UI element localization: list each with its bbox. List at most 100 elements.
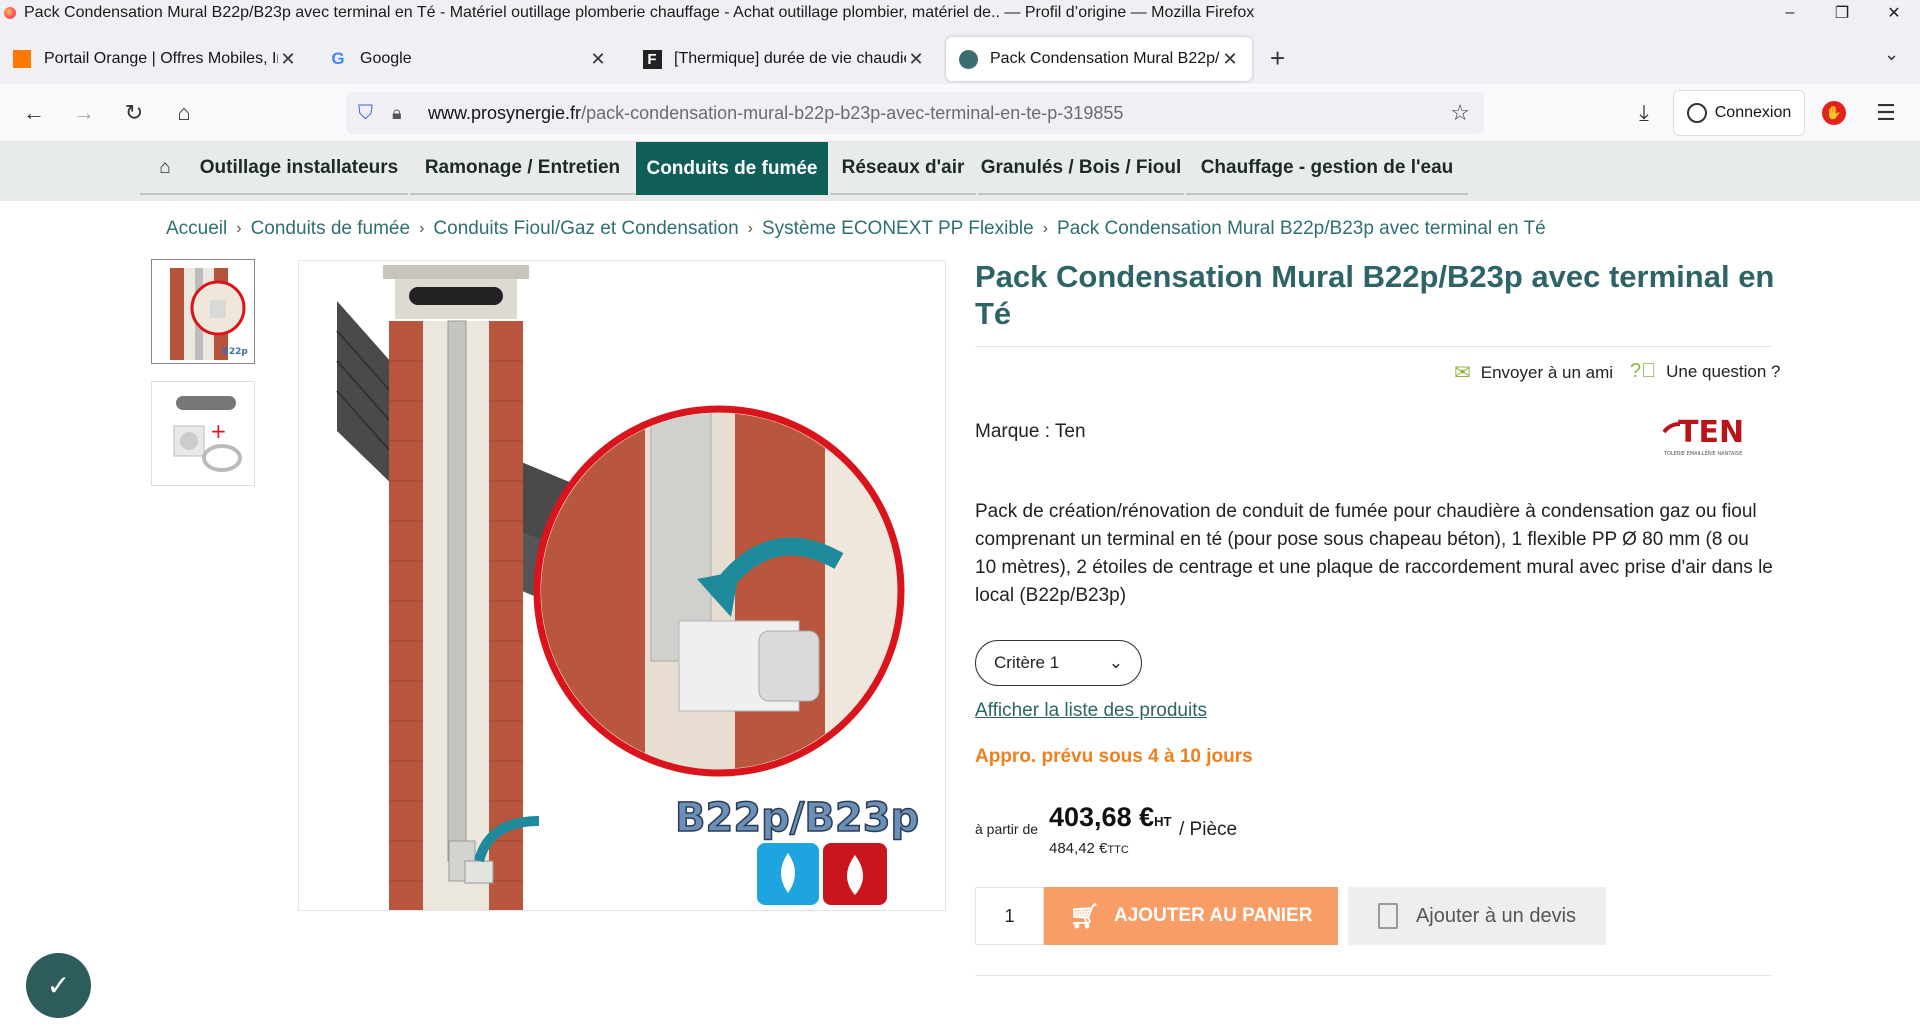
show-product-list-link[interactable]: Afficher la liste des produits	[975, 700, 1207, 722]
svg-text:B22p: B22p	[222, 347, 248, 357]
accessibility-checkmark-icon[interactable]: ✓	[26, 953, 91, 1018]
site-main-menu: ⌂ Outillage installateurs Ramonage / Ent…	[0, 142, 1920, 201]
download-icon[interactable]: ⤓	[1630, 99, 1658, 127]
brand-logo[interactable]: TEN TOLERIE EMAILLERIE NANTAISE	[1660, 410, 1772, 458]
forum-icon: F	[642, 49, 662, 69]
account-button[interactable]: Connexion	[1673, 90, 1805, 136]
lock-icon[interactable]: 🔒︎	[392, 103, 412, 124]
price-ht-suffix: HT	[1154, 814, 1172, 829]
back-arrow-icon[interactable]: ←	[20, 99, 48, 127]
close-tab-icon[interactable]: ✕	[278, 49, 298, 70]
divider	[975, 346, 1771, 347]
menu-item-conduits[interactable]: Conduits de fumée	[636, 142, 828, 195]
product-image-label: B22p/B23p	[675, 795, 919, 841]
prosynergie-icon	[958, 49, 978, 69]
tab-label: Google	[360, 50, 412, 67]
ask-question-link[interactable]: ?⃝ Une question ?	[1630, 360, 1781, 383]
firefox-icon	[4, 7, 16, 19]
breadcrumb-current[interactable]: Pack Condensation Mural B22p/B23p avec t…	[1057, 218, 1546, 240]
menu-item-granules[interactable]: Granulés / Bois / Fioul	[978, 142, 1184, 195]
chevron-right-icon: ›	[1042, 220, 1049, 237]
envelope-icon: ✉	[1454, 362, 1471, 384]
adblock-extension-icon[interactable]: ✋	[1822, 101, 1846, 125]
new-tab-plus-icon[interactable]: +	[1270, 43, 1285, 74]
tracking-shield-icon[interactable]: ⛉	[358, 102, 378, 124]
document-icon	[1377, 903, 1398, 929]
price-ttc-value: 484,42 €	[1049, 840, 1108, 857]
price-ht-value: 403,68 €	[1049, 802, 1155, 832]
close-window-button[interactable]: ✕	[1868, 3, 1920, 23]
tab-google[interactable]: G Google ✕	[316, 37, 620, 81]
window-titlebar: Pack Condensation Mural B22p/B23p avec t…	[0, 0, 1920, 26]
menu-item-outillage[interactable]: Outillage installateurs	[190, 142, 408, 195]
hamburger-menu-icon[interactable]: ☰	[1872, 99, 1900, 127]
criteria-select[interactable]: Critère 1 ⌄	[975, 640, 1142, 686]
add-to-cart-label: AJOUTER AU PANIER	[1114, 905, 1313, 926]
reload-icon[interactable]: ↻	[120, 99, 148, 127]
breadcrumb: Accueil › Conduits de fumée › Conduits Fio…	[166, 218, 1546, 240]
chevron-down-icon: ⌄	[1108, 653, 1123, 672]
price-ht: 403,68 €HT	[1049, 802, 1171, 833]
send-to-friend-link[interactable]: ✉ Envoyer à un ami	[1454, 360, 1613, 385]
menu-item-ramonage[interactable]: Ramonage / Entretien	[410, 142, 635, 195]
window-title: Pack Condensation Mural B22p/B23p avec t…	[24, 4, 1255, 21]
breadcrumb-link[interactable]: Conduits Fioul/Gaz et Condensation	[433, 218, 738, 240]
tab-label: Portail Orange | Offres Mobiles, Int	[44, 50, 278, 67]
tab-strip: Portail Orange | Offres Mobiles, Int ✕ G…	[0, 26, 1920, 84]
url-domain: www.prosynergie.fr	[428, 102, 582, 123]
breadcrumb-link[interactable]: Accueil	[166, 218, 227, 240]
url-text[interactable]: www.prosynergie.fr/pack-condensation-mur…	[428, 103, 1123, 124]
account-label: Connexion	[1714, 104, 1792, 121]
close-tab-icon[interactable]: ✕	[588, 49, 608, 70]
home-icon[interactable]: ⌂	[170, 99, 198, 127]
google-icon: G	[331, 49, 345, 68]
brand-logo-subtext: TOLERIE EMAILLERIE NANTAISE	[1663, 451, 1742, 457]
restore-button[interactable]: ❐	[1816, 3, 1868, 23]
product-description: Pack de création/rénovation de conduit d…	[975, 501, 1773, 606]
add-to-quote-button[interactable]: Ajouter à un devis	[1348, 887, 1606, 945]
navigation-bar: ← → ↻ ⌂ ⛉ 🔒︎ www.prosynergie.fr/pack-con…	[0, 84, 1920, 142]
close-tab-icon[interactable]: ✕	[1220, 49, 1240, 70]
menu-item-reseaux[interactable]: Réseaux d'air	[830, 142, 976, 195]
add-to-cart-button[interactable]: 🛒︎ AJOUTER AU PANIER	[1044, 887, 1338, 945]
product-thumbnail-1[interactable]: B22p	[151, 259, 255, 364]
url-bar[interactable]: ⛉ 🔒︎ www.prosynergie.fr/pack-condensatio…	[346, 92, 1484, 134]
tab-label: [Thermique] durée de vie chaudière	[674, 50, 906, 67]
chevron-down-icon[interactable]: ⌄	[1884, 44, 1899, 65]
forward-arrow-icon[interactable]: →	[70, 99, 98, 127]
product-main-image[interactable]: B22p/B23p	[298, 260, 946, 911]
minimize-button[interactable]: –	[1764, 4, 1816, 22]
stock-status: Appro. prévu sous 4 à 10 jours	[975, 746, 1253, 767]
tab-prosynergie[interactable]: Pack Condensation Mural B22p/B23 ✕	[946, 37, 1252, 81]
orange-icon	[12, 49, 32, 69]
cart-icon: 🛒︎	[1069, 902, 1100, 930]
price-unit: / Pièce	[1179, 819, 1238, 840]
brand-label: Marque : Ten	[975, 421, 1086, 442]
tab-label: Pack Condensation Mural B22p/B23	[990, 50, 1220, 67]
chevron-right-icon: ›	[419, 220, 425, 237]
url-path: /pack-condensation-mural-b22p-b23p-avec-…	[581, 102, 1124, 123]
menu-item-chauffage[interactable]: Chauffage - gestion de l'eau	[1186, 142, 1468, 195]
tab-forum[interactable]: F [Thermique] durée de vie chaudière ✕	[630, 37, 938, 81]
product-thumbnail-2[interactable]: +	[151, 381, 255, 486]
quantity-input[interactable]: 1	[975, 887, 1044, 945]
divider	[975, 975, 1771, 976]
breadcrumb-link[interactable]: Conduits de fumée	[251, 218, 411, 240]
criteria-select-value: Critère 1	[994, 653, 1060, 672]
brand-logo-text: TEN	[1678, 415, 1744, 450]
product-title: Pack Condensation Mural B22p/B23p avec t…	[975, 259, 1775, 331]
svg-text:+: +	[210, 419, 227, 443]
close-tab-icon[interactable]: ✕	[906, 49, 926, 70]
menu-home-icon[interactable]: ⌂	[140, 142, 190, 195]
send-to-friend-label: Envoyer à un ami	[1480, 362, 1614, 382]
add-to-quote-label: Ajouter à un devis	[1415, 904, 1577, 927]
chevron-right-icon: ›	[236, 220, 242, 237]
account-icon	[1686, 103, 1707, 123]
bookmark-star-icon[interactable]: ☆	[1450, 100, 1470, 126]
breadcrumb-link[interactable]: Système ECONEXT PP Flexible	[762, 218, 1034, 240]
price-from-label: à partir de	[975, 821, 1039, 837]
tab-orange[interactable]: Portail Orange | Offres Mobiles, Int ✕	[0, 37, 310, 81]
chevron-right-icon: ›	[747, 220, 753, 237]
price-ttc: 484,42 €TTC	[1049, 840, 1129, 857]
question-circle-icon: ?⃝	[1630, 360, 1657, 382]
